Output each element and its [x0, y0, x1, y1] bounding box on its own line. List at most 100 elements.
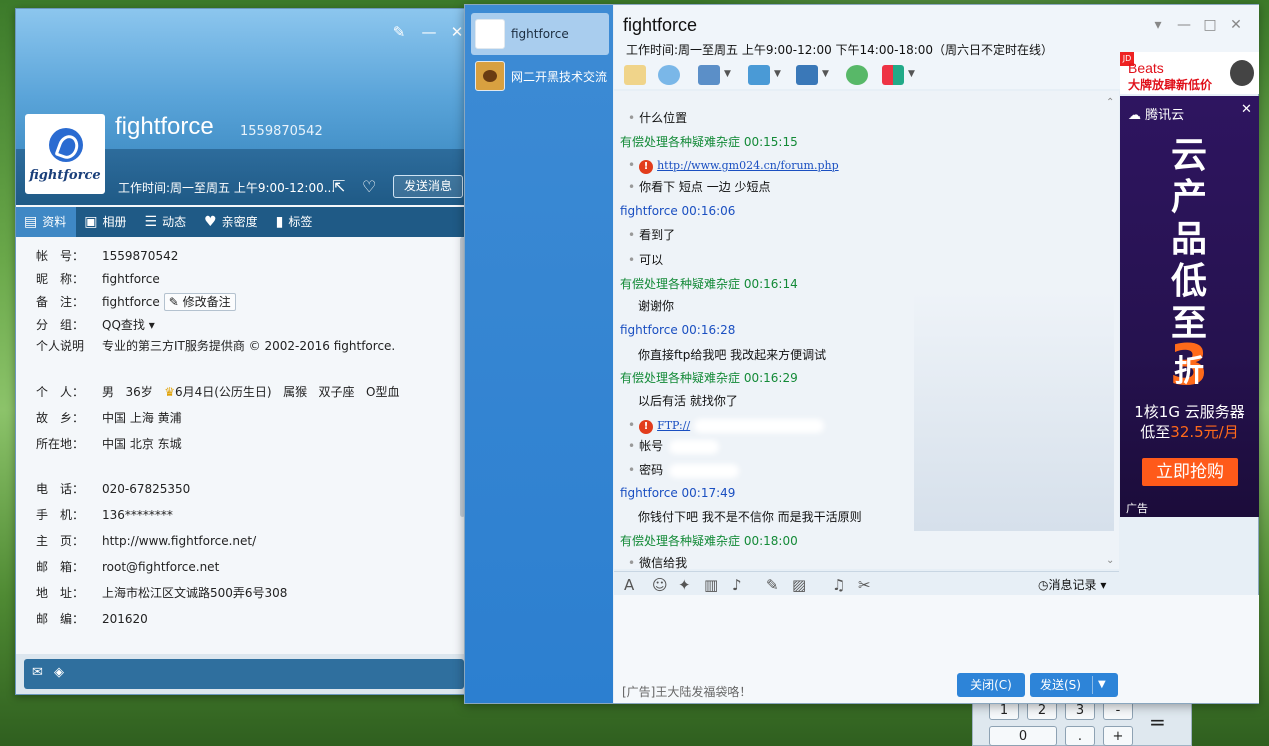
emoji-icon[interactable]: ☺ — [652, 576, 668, 594]
clock-icon: ◷ — [1038, 578, 1049, 592]
message-sender: fightforce 00:16:06 — [620, 204, 736, 218]
group-row: 分 组： QQ查找 ▾ — [36, 315, 155, 335]
chat-window: fightforce 网二开黑技术交流 fightforce 工作时间:周一至周… — [464, 4, 1259, 704]
scroll-down-icon[interactable]: ⌄ — [1106, 555, 1114, 566]
location-row: 所在地： 中国 北京 东城 — [36, 434, 182, 454]
mobile-value: 136******** — [102, 508, 173, 522]
message-history-button[interactable]: ◷消息记录 ▾ — [1038, 576, 1106, 593]
hometown-label: 故 乡： — [36, 411, 85, 425]
image-icon[interactable]: ▨ — [792, 576, 806, 594]
tab-intimacy-label: 亲密度 — [221, 215, 258, 229]
location-value: 中国 北京 东城 — [102, 437, 182, 451]
tab-feed[interactable]: ☰ 动态 — [137, 207, 197, 237]
group-select[interactable]: QQ查找 — [102, 318, 145, 332]
minimize-icon[interactable]: — — [420, 23, 438, 41]
message-list: ⌃ • 什么位置 有偿处理各种疑难杂症 00:15:15 •! http://www… — [614, 91, 1119, 569]
tab-info[interactable]: ▤ 资料 — [16, 207, 77, 237]
mobile-row: 手 机： 136******** — [36, 505, 173, 525]
avatar[interactable]: fightforce — [25, 114, 105, 194]
calc-key-equals[interactable]: = — [1149, 710, 1166, 734]
mail-icon[interactable]: ✉ — [32, 665, 43, 680]
voice-call-icon[interactable] — [624, 65, 646, 85]
address-value: 上海市松江区文诚路500弄6号308 — [102, 586, 288, 600]
send-file-icon[interactable] — [748, 65, 770, 85]
scroll-up-icon[interactable]: ⌃ — [1106, 97, 1114, 108]
ad-text-link[interactable]: [广告]王大陆发福袋咯！ — [622, 683, 751, 700]
tab-tags-label: 标签 — [288, 215, 313, 229]
dropdown-icon[interactable]: ▾ — [1150, 17, 1166, 33]
remote-desktop-icon[interactable] — [796, 65, 818, 85]
chevron-down-icon[interactable]: ▼ — [908, 69, 915, 79]
hometown-value: 中国 上海 黄浦 — [102, 411, 182, 425]
chevron-down-icon[interactable]: ▾ — [145, 318, 155, 332]
calc-key-plus[interactable]: + — [1103, 726, 1133, 746]
nickname-label: 昵 称： — [36, 272, 85, 286]
video-call-icon[interactable] — [658, 65, 680, 85]
message-sender: 有偿处理各种疑难杂症 00:15:15 — [620, 135, 798, 149]
zip-row: 邮 编： 201620 — [36, 609, 148, 629]
send-message-button[interactable]: 发送消息 — [393, 175, 463, 198]
share-icon[interactable]: ⇱ — [332, 177, 352, 196]
edit-remark-button[interactable]: ✎ 修改备注 — [163, 293, 236, 311]
send-button[interactable]: 发送(S) ▼ — [1030, 673, 1118, 697]
message-input[interactable]: [广告]王大陆发福袋咯！ 关闭(C) 发送(S) ▼ — [614, 595, 1259, 703]
earbuds-image — [1230, 60, 1254, 86]
beats-brand: Beats — [1128, 60, 1164, 76]
maximize-icon[interactable]: □ — [1202, 17, 1218, 33]
beats-ad[interactable]: JD Beats 大牌放肆新低价 — [1120, 52, 1259, 94]
skin-brush-icon[interactable]: ✎ — [390, 23, 408, 41]
music-icon[interactable]: ♫ — [832, 576, 845, 594]
chevron-down-icon[interactable]: ▼ — [724, 69, 731, 79]
ad-label: 广告 — [1126, 502, 1148, 515]
buy-now-button[interactable]: 立即抢购 — [1142, 458, 1238, 486]
message-text: 你直接ftp给我吧 我改起来方便调试 — [638, 348, 827, 362]
zip-label: 邮 编： — [36, 612, 85, 626]
personal-label: 个 人： — [36, 385, 85, 399]
message-sender: 有偿处理各种疑难杂症 00:16:29 — [620, 371, 798, 385]
homepage-link[interactable]: http://www.fightforce.net/ — [102, 534, 256, 548]
chevron-down-icon[interactable]: ▼ — [1098, 673, 1106, 697]
minimize-icon[interactable]: — — [1176, 17, 1192, 33]
magic-icon[interactable]: ✦ — [678, 576, 691, 594]
ftp-link[interactable]: FTP:// — [657, 419, 690, 432]
location-label: 所在地： — [36, 437, 85, 451]
diamond-icon[interactable]: ◈ — [54, 665, 64, 680]
message-text: • 看到了 — [628, 228, 676, 242]
voice-message-icon[interactable]: ♪ — [732, 576, 742, 594]
font-icon[interactable]: A — [624, 576, 634, 594]
age-value: 36岁 — [125, 385, 153, 399]
forum-link[interactable]: http://www.gm024.cn/forum.php — [657, 159, 839, 172]
contact-group-chat[interactable]: 网二开黑技术交流 — [471, 55, 609, 97]
add-friend-heart-icon[interactable]: ♡ — [362, 177, 382, 196]
nickname-value: fightforce — [102, 272, 160, 286]
draw-icon[interactable]: ✎ — [766, 576, 779, 594]
contact-name: fightforce — [511, 27, 569, 41]
chevron-down-icon[interactable]: ▼ — [822, 69, 829, 79]
remark-value: fightforce — [102, 295, 160, 309]
tab-tags[interactable]: ▮ 标签 — [268, 207, 323, 237]
homepage-label: 主 页： — [36, 534, 85, 548]
calc-key-0[interactable]: 0 — [989, 726, 1057, 746]
message-text: • 可以 — [628, 253, 664, 267]
album-icon: ▣ — [84, 214, 98, 230]
close-icon[interactable]: ✕ — [1241, 102, 1252, 117]
message-link: •! http://www.gm024.cn/forum.php — [628, 158, 839, 174]
share-screen-icon[interactable] — [698, 65, 720, 85]
tencent-cloud-ad[interactable]: ☁ 腾讯云 ✕ 云 产 品 低 至 3 折 1核1G 云服务器 低至32.5元/… — [1120, 96, 1259, 517]
apps-icon[interactable] — [882, 65, 904, 85]
close-icon[interactable]: ✕ — [1228, 17, 1244, 33]
screenshot-scissors-icon[interactable]: ✂ — [858, 576, 871, 594]
close-button[interactable]: 关闭(C) — [957, 673, 1025, 697]
gif-icon[interactable]: ▥ — [704, 576, 718, 594]
tab-intimacy[interactable]: ♥ 亲密度 — [196, 207, 268, 237]
warning-icon: ! — [639, 160, 654, 174]
contact-fightforce[interactable]: fightforce — [471, 13, 609, 55]
message-sender: fightforce 00:17:49 — [620, 486, 736, 500]
tab-album[interactable]: ▣ 相册 — [76, 207, 136, 237]
message-sender: 有偿处理各种疑难杂症 00:16:14 — [620, 277, 798, 291]
create-discussion-icon[interactable] — [846, 65, 868, 85]
chevron-down-icon[interactable]: ▼ — [774, 69, 781, 79]
calc-key-dot[interactable]: . — [1065, 726, 1095, 746]
phone-label: 电 话： — [36, 482, 85, 496]
account-label: 帐 号： — [36, 249, 85, 263]
